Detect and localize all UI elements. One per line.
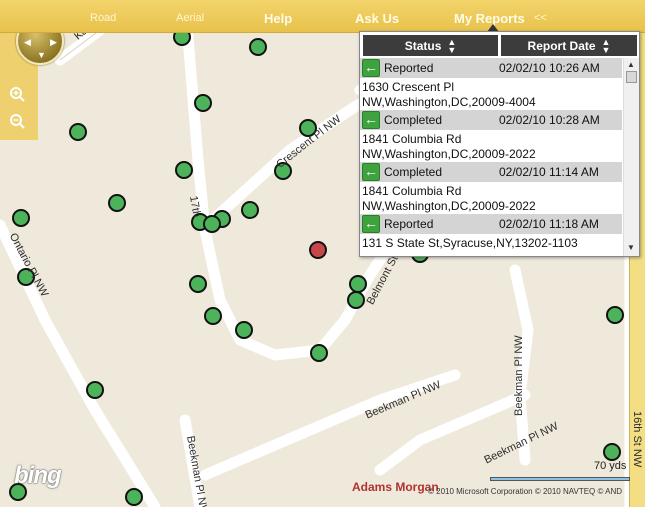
report-item[interactable]: ← Reported 02/02/10 11:18 AM 131 S State…: [360, 214, 622, 256]
map-marker: [204, 307, 222, 325]
report-date: 02/02/10 11:18 AM: [499, 217, 599, 231]
sort-icon: ▲ ▼: [601, 36, 611, 55]
map-marker: [235, 321, 253, 339]
report-address-line1: 131 S State St,Syracuse,NY,13202-1103: [362, 236, 578, 250]
map-marker: [309, 241, 327, 259]
scale-label: 70 yds: [594, 460, 627, 472]
scroll-thumb[interactable]: [626, 71, 637, 83]
report-item[interactable]: ← Completed 02/02/10 11:14 AM 1841 Colum…: [360, 162, 622, 214]
nav-ask-us-link[interactable]: Ask Us: [355, 11, 399, 26]
nav-help-link[interactable]: Help: [264, 11, 292, 26]
back-arrow-icon[interactable]: ←: [362, 111, 380, 129]
map-marker: [194, 94, 212, 112]
report-item-header: ← Completed 02/02/10 11:14 AM: [360, 162, 622, 182]
sort-icon: ▲ ▼: [447, 36, 457, 55]
report-status: Completed: [384, 113, 443, 127]
report-address: 1841 Columbia Rd NW,Washington,DC,20009-…: [362, 184, 620, 214]
report-date: 02/02/10 10:28 AM: [499, 113, 600, 127]
street-label-16th: 16th St NW: [631, 411, 643, 468]
back-arrow-icon[interactable]: ←: [362, 215, 380, 233]
map-marker: [189, 275, 207, 293]
status-column-header[interactable]: Status ▲ ▼: [363, 35, 498, 56]
report-date-column-label: Report Date: [527, 38, 596, 53]
map-marker: [241, 201, 259, 219]
street-label-beekman-ns: Beekman Pl NW: [513, 335, 525, 416]
report-item[interactable]: ← Completed 02/02/10 10:28 AM 1841 Colum…: [360, 110, 622, 162]
map-marker: [310, 344, 328, 362]
reports-scrollbar[interactable]: ▲ ▼: [623, 58, 639, 256]
map-marker: [175, 161, 193, 179]
scroll-up-icon[interactable]: ▲: [627, 60, 635, 69]
nav-road-tab[interactable]: Road: [90, 12, 116, 24]
report-address-line2: NW,Washington,DC,20009-4004: [362, 95, 536, 109]
report-date-column-header[interactable]: Report Date ▲ ▼: [501, 35, 637, 56]
map-marker: [125, 488, 143, 506]
report-address: 131 S State St,Syracuse,NY,13202-1103: [362, 236, 620, 251]
report-address: 1630 Crescent Pl NW,Washington,DC,20009-…: [362, 80, 620, 110]
map-marker: [249, 38, 267, 56]
report-item-header: ← Reported 02/02/10 10:26 AM: [360, 58, 622, 78]
report-date: 02/02/10 11:14 AM: [499, 165, 599, 179]
map-marker: [203, 215, 221, 233]
report-address-line1: 1630 Crescent Pl: [362, 80, 455, 94]
report-item[interactable]: ← Reported 02/02/10 10:26 AM 1630 Cresce…: [360, 58, 622, 110]
copyright-text: © 2010 Microsoft Corporation © 2010 NAVT…: [428, 487, 623, 496]
map-marker: [108, 194, 126, 212]
bing-logo: bing: [14, 462, 62, 489]
map-marker: [12, 209, 30, 227]
collapse-panel-button[interactable]: <<: [534, 12, 547, 24]
zoom-in-icon[interactable]: [9, 86, 25, 102]
my-reports-panel: Status ▲ ▼ Report Date ▲ ▼ ← Reported 02/0…: [359, 31, 640, 257]
scroll-down-icon[interactable]: ▼: [627, 243, 635, 252]
neighborhood-label: Adams Morgan: [352, 480, 439, 494]
report-item-header: ← Completed 02/02/10 10:28 AM: [360, 110, 622, 130]
back-arrow-icon[interactable]: ←: [362, 163, 380, 181]
map-marker: [69, 123, 87, 141]
report-date: 02/02/10 10:26 AM: [499, 61, 600, 75]
report-status: Reported: [384, 61, 434, 75]
map-marker: [86, 381, 104, 399]
reports-table-header: Status ▲ ▼ Report Date ▲ ▼: [363, 35, 637, 56]
report-status: Completed: [384, 165, 443, 179]
map-marker: [349, 275, 367, 293]
report-address-line1: 1841 Columbia Rd: [362, 132, 462, 146]
reports-list: ← Reported 02/02/10 10:26 AM 1630 Cresce…: [360, 58, 622, 256]
map-marker: [603, 443, 621, 461]
report-address-line1: 1841 Columbia Rd: [362, 184, 462, 198]
report-status: Reported: [384, 217, 434, 231]
back-arrow-icon[interactable]: ←: [362, 59, 380, 77]
zoom-out-icon[interactable]: [9, 113, 25, 129]
report-address-line2: NW,Washington,DC,20009-2022: [362, 199, 536, 213]
status-column-label: Status: [404, 38, 442, 53]
top-nav-bar: Road Aerial Help Ask Us My Reports <<: [0, 0, 645, 33]
map-marker: [606, 306, 624, 324]
report-address-line2: NW,Washington,DC,20009-2022: [362, 147, 536, 161]
report-item-header: ← Reported 02/02/10 11:18 AM: [360, 214, 622, 234]
scale-bar: [490, 477, 630, 481]
report-address: 1841 Columbia Rd NW,Washington,DC,20009-…: [362, 132, 620, 162]
map-marker: [347, 291, 365, 309]
nav-aerial-tab[interactable]: Aerial: [176, 12, 204, 24]
